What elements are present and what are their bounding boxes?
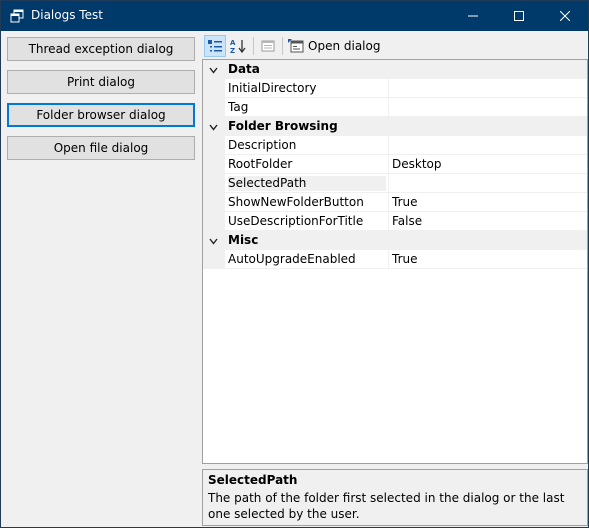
category-name: Folder Browsing xyxy=(228,119,338,133)
property-row-selectedpath[interactable]: SelectedPath xyxy=(203,174,587,193)
property-grid-toolbar: A Z Open dialog xyxy=(202,34,587,58)
category-name: Misc xyxy=(228,233,259,247)
property-name: Description xyxy=(228,138,297,152)
toolbar-separator xyxy=(253,37,254,55)
category-row-folder-browsing[interactable]: Folder Browsing xyxy=(203,117,587,136)
property-name: SelectedPath xyxy=(228,176,386,191)
help-description: The path of the folder first selected in… xyxy=(208,491,565,521)
svg-text:Z: Z xyxy=(230,47,235,54)
folder-browser-dialog-button[interactable]: Folder browser dialog xyxy=(7,103,195,127)
property-pages-button[interactable] xyxy=(257,35,279,57)
help-pane: SelectedPath The path of the folder firs… xyxy=(202,469,588,526)
maximize-button[interactable] xyxy=(496,1,542,31)
property-value[interactable]: True xyxy=(392,195,418,209)
property-name: InitialDirectory xyxy=(228,81,317,95)
alphabetical-sort-icon: A Z xyxy=(230,39,246,54)
property-name: Tag xyxy=(228,100,249,114)
property-row-tag[interactable]: Tag xyxy=(203,98,587,117)
categorized-button[interactable] xyxy=(204,35,226,57)
alphabetical-button[interactable]: A Z xyxy=(228,35,250,57)
open-dialog-label: Open dialog xyxy=(308,39,381,53)
property-name: ShowNewFolderButton xyxy=(228,195,364,209)
thread-exception-dialog-button[interactable]: Thread exception dialog xyxy=(7,37,195,61)
property-row-initialdirectory[interactable]: InitialDirectory xyxy=(203,79,587,98)
property-row-shownewfolderbutton[interactable]: ShowNewFolderButton True xyxy=(203,193,587,212)
collapse-icon[interactable] xyxy=(208,122,218,132)
close-icon xyxy=(560,11,570,21)
minimize-icon xyxy=(468,15,478,17)
property-grid[interactable]: Data InitialDirectory Tag Folder Browsin… xyxy=(202,59,588,464)
property-row-autoupgradeenabled[interactable]: AutoUpgradeEnabled True xyxy=(203,250,587,269)
title-bar[interactable]: Dialogs Test xyxy=(1,1,588,31)
print-dialog-button[interactable]: Print dialog xyxy=(7,70,195,94)
maximize-icon xyxy=(514,11,524,21)
property-name: RootFolder xyxy=(228,157,293,171)
dialog-icon xyxy=(288,39,304,53)
property-value[interactable]: Desktop xyxy=(392,157,442,171)
category-row-misc[interactable]: Misc xyxy=(203,231,587,250)
open-file-dialog-button[interactable]: Open file dialog xyxy=(7,136,195,160)
property-row-rootfolder[interactable]: RootFolder Desktop xyxy=(203,155,587,174)
svg-text:A: A xyxy=(230,39,236,47)
property-value[interactable]: False xyxy=(392,214,422,228)
property-row-description[interactable]: Description xyxy=(203,136,587,155)
toolbar-separator xyxy=(282,37,283,55)
collapse-icon[interactable] xyxy=(208,236,218,246)
window-title: Dialogs Test xyxy=(31,8,103,22)
close-button[interactable] xyxy=(542,1,588,31)
open-dialog-button[interactable]: Open dialog xyxy=(286,35,382,57)
property-value[interactable]: True xyxy=(392,252,418,266)
property-row-usedescriptionfortitle[interactable]: UseDescriptionForTitle False xyxy=(203,212,587,231)
collapse-icon[interactable] xyxy=(208,65,218,75)
property-name: UseDescriptionForTitle xyxy=(228,214,364,228)
property-pages-icon xyxy=(261,40,275,52)
dialogs-test-window: Dialogs Test Thread exception dialog Pri… xyxy=(0,0,589,528)
property-name: AutoUpgradeEnabled xyxy=(228,252,356,266)
categorized-icon xyxy=(208,40,222,52)
category-row-data[interactable]: Data xyxy=(203,60,587,79)
category-name: Data xyxy=(228,62,260,76)
help-title: SelectedPath xyxy=(208,473,298,487)
minimize-button[interactable] xyxy=(450,1,496,31)
app-icon xyxy=(10,9,24,23)
